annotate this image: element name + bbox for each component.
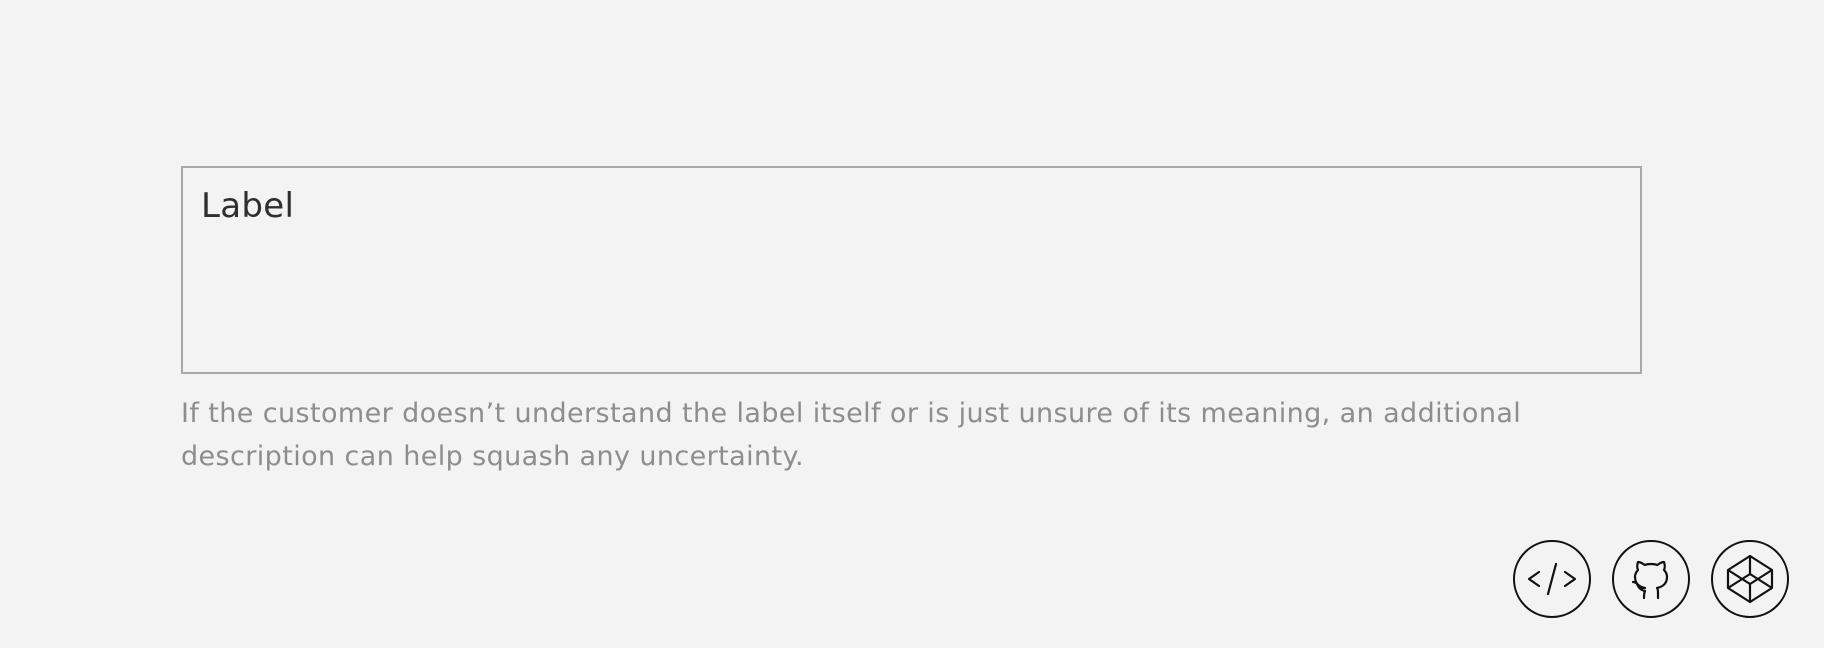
github-icon bbox=[1631, 560, 1669, 600]
field-input[interactable] bbox=[201, 238, 1622, 360]
code-link-button[interactable] bbox=[1513, 540, 1591, 618]
code-icon bbox=[1527, 562, 1577, 596]
field-description: If the customer doesn’t understand the l… bbox=[181, 398, 1522, 472]
github-link-button[interactable] bbox=[1612, 540, 1690, 618]
codepen-icon bbox=[1726, 554, 1774, 604]
field-label: Label bbox=[201, 186, 295, 226]
codepen-link-button[interactable] bbox=[1711, 540, 1789, 618]
text-field[interactable]: Label bbox=[181, 166, 1642, 374]
